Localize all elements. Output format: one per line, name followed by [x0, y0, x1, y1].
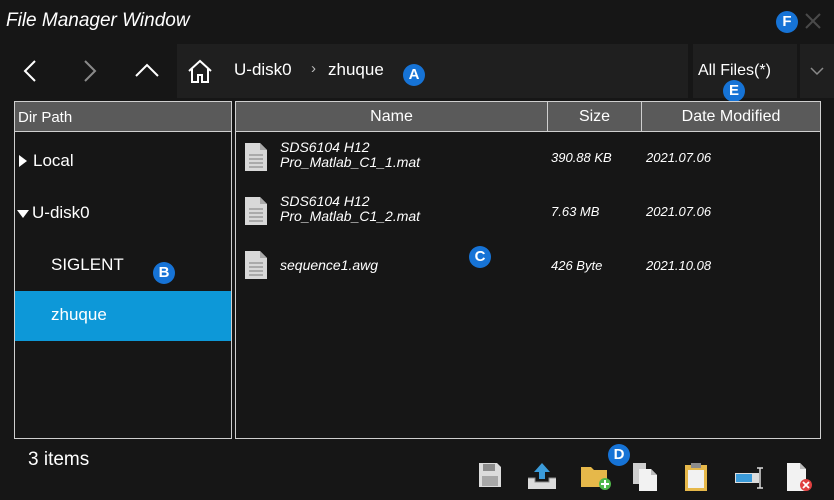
callout-badge-b: B — [153, 262, 175, 284]
file-size: 7.63 MB — [551, 204, 600, 219]
file-size: 426 Byte — [551, 258, 603, 273]
delete-icon — [787, 463, 812, 491]
breadcrumb-u-disk0[interactable]: U-disk0 — [234, 60, 292, 80]
file-name-line2: Pro_Matlab_C1_1.mat — [280, 154, 421, 170]
load-button[interactable] — [526, 462, 556, 496]
paste-button[interactable] — [684, 462, 714, 496]
delete-button[interactable] — [786, 462, 816, 496]
dir-item-label: zhuque — [51, 305, 107, 324]
path-bar: U-disk0 › zhuque A — [177, 44, 688, 98]
load-icon — [528, 463, 556, 489]
dir-item-label: U-disk0 — [32, 203, 90, 222]
file-name-line1: SDS6104 H12 — [280, 139, 370, 155]
save-button[interactable] — [478, 462, 508, 496]
file-filter-label: All Files(*) — [698, 62, 771, 79]
dir-item-local[interactable]: Local — [15, 137, 231, 187]
file-filter-select[interactable]: All Files(*) E — [693, 44, 797, 102]
file-row[interactable]: sequence1.awg 426 Byte 2021.10.08 — [236, 242, 820, 296]
dir-item-zhuque[interactable]: zhuque — [15, 291, 231, 341]
dir-item-u-disk0[interactable]: U-disk0 — [15, 189, 231, 239]
file-name-line1: SDS6104 H12 — [280, 193, 370, 209]
file-filter-dropdown-button[interactable] — [800, 44, 834, 98]
save-icon — [479, 463, 501, 487]
callout-badge-f: F — [776, 11, 798, 33]
home-icon[interactable] — [187, 58, 213, 84]
file-row[interactable]: SDS6104 H12 Pro_Matlab_C1_2.mat 7.63 MB … — [236, 188, 820, 242]
forward-button[interactable] — [64, 44, 114, 98]
callout-badge-a: A — [403, 64, 425, 86]
close-button[interactable] — [800, 8, 826, 34]
chevron-down-icon — [810, 67, 824, 76]
rename-button[interactable] — [734, 462, 764, 496]
paste-icon — [685, 463, 707, 491]
file-size: 390.88 KB — [551, 150, 612, 165]
new-folder-icon — [581, 467, 611, 490]
file-name: SDS6104 H12 Pro_Matlab_C1_2.mat — [280, 194, 420, 224]
directory-panel-header: Dir Path — [15, 102, 231, 132]
new-folder-button[interactable] — [580, 462, 611, 496]
dir-item-siglent[interactable]: SIGLENT — [15, 241, 231, 291]
dir-item-label: Local — [33, 151, 74, 170]
collapse-arrow-icon — [17, 210, 29, 218]
copy-button[interactable] — [632, 462, 662, 496]
close-icon — [805, 13, 821, 29]
file-name: sequence1.awg — [280, 257, 379, 273]
back-button[interactable] — [6, 44, 56, 98]
file-name-line2: Pro_Matlab_C1_2.mat — [280, 208, 421, 224]
window-title: File Manager Window — [6, 10, 190, 31]
chevron-up-icon — [135, 63, 159, 77]
dir-item-label: SIGLENT — [51, 255, 124, 274]
rename-icon — [735, 467, 763, 489]
directory-panel: Dir Path Local U-disk0 SIGLENT B zhuque — [14, 101, 232, 439]
file-list-panel: Name Size Date Modified SDS6104 H12 Pro_… — [235, 101, 821, 439]
column-header-name[interactable]: Name — [236, 102, 547, 132]
breadcrumb-zhuque[interactable]: zhuque — [328, 60, 384, 80]
callout-badge-c: C — [469, 246, 491, 268]
file-date: 2021.07.06 — [646, 150, 712, 165]
items-count: 3 items — [28, 449, 90, 470]
copy-icon — [633, 463, 657, 491]
file-row[interactable]: SDS6104 H12 Pro_Matlab_C1_1.mat 390.88 K… — [236, 134, 820, 188]
file-icon — [245, 251, 267, 279]
directory-header-label: Dir Path — [18, 109, 73, 126]
column-header-date[interactable]: Date Modified — [641, 102, 820, 132]
title-bar: File Manager Window F — [0, 0, 834, 44]
file-date: 2021.07.06 — [646, 204, 712, 219]
breadcrumb-separator: › — [311, 60, 316, 77]
file-icon — [245, 143, 267, 171]
file-icon — [245, 197, 267, 225]
file-date: 2021.10.08 — [646, 258, 712, 273]
column-header-size[interactable]: Size — [547, 102, 641, 132]
up-button[interactable] — [121, 44, 171, 98]
chevron-left-icon — [23, 60, 36, 82]
chevron-right-icon — [84, 60, 97, 82]
file-name: SDS6104 H12 Pro_Matlab_C1_1.mat — [280, 140, 420, 170]
expand-arrow-icon — [19, 155, 27, 167]
callout-badge-e: E — [723, 80, 745, 102]
